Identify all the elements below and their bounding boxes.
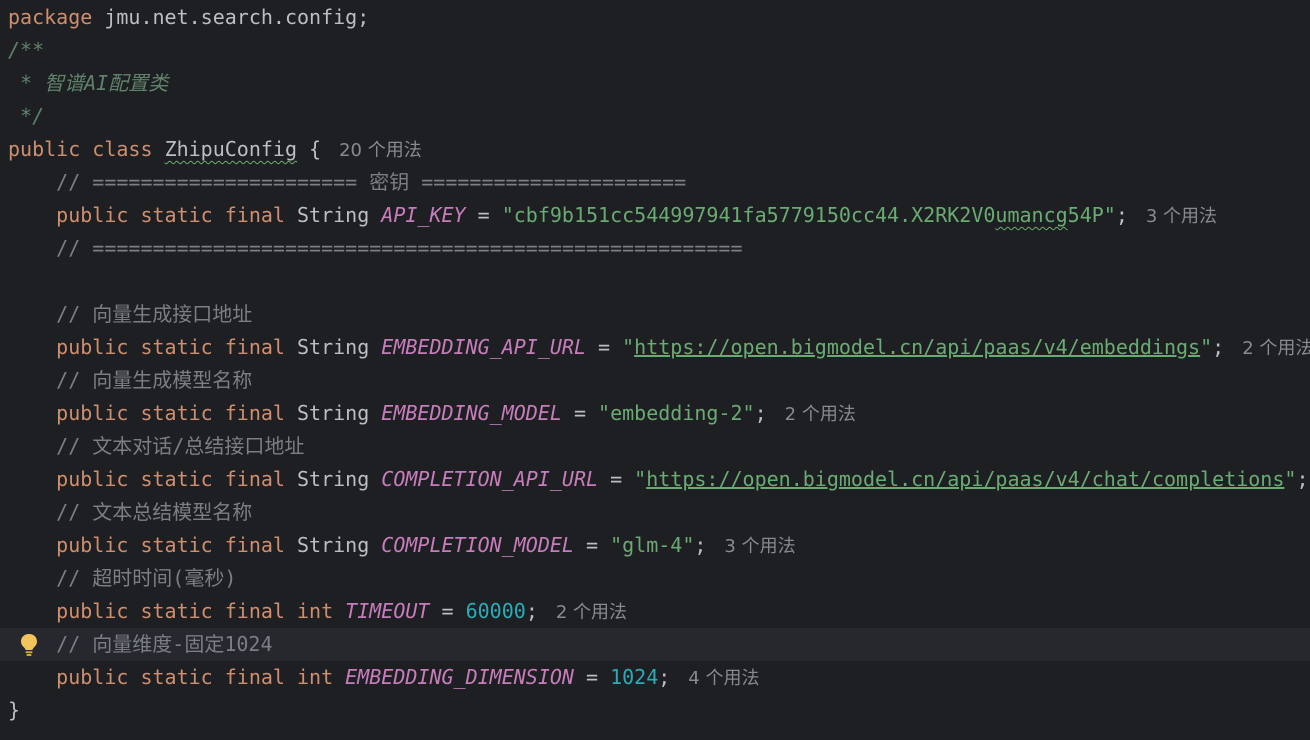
semicolon: ; [1212, 335, 1225, 359]
code-line-comment[interactable]: // 文本对话/总结接口地址 [0, 430, 1310, 463]
semicolon: ; [1115, 203, 1128, 227]
string-literal: "cbf9b151cc544997941fa5779150cc44.X2RK2V… [501, 203, 996, 227]
code-line-api-key[interactable]: public static final String API_KEY = "cb… [0, 199, 1310, 232]
field-name[interactable]: EMBEDDING_MODEL [381, 401, 562, 425]
code-line-doc-start[interactable]: /** [0, 34, 1310, 67]
type-name: String [297, 203, 370, 227]
line-comment: // 超时时间(毫秒) [8, 566, 237, 590]
string-literal-end: 54P" [1067, 203, 1116, 227]
string-literal: "embedding-2" [598, 401, 755, 425]
type-name: String [297, 467, 370, 491]
usages-hint[interactable]: 3 个用法 [1146, 206, 1217, 227]
number-literal: 60000 [465, 599, 526, 623]
assign-operator: = [465, 203, 502, 227]
code-line-completion-model[interactable]: public static final String COMPLETION_MO… [0, 529, 1310, 562]
type-name: String [297, 335, 370, 359]
package-name: jmu.net.search.config; [92, 5, 370, 29]
modifiers: public static final [56, 335, 285, 359]
code-line-comment[interactable]: // 文本总结模型名称 [0, 496, 1310, 529]
usages-hint[interactable]: 2 个用法 [785, 404, 856, 425]
code-line-embedding-api-url[interactable]: public static final String EMBEDDING_API… [0, 331, 1310, 364]
assign-operator: = [561, 401, 599, 425]
line-comment: // 向量生成模型名称 [8, 368, 253, 392]
usages-hint[interactable]: 2 个用法 [556, 602, 627, 623]
line-comment: // =====================================… [8, 236, 743, 260]
keyword-package: package [8, 5, 93, 29]
modifiers: public static final [56, 203, 285, 227]
code-editor[interactable]: package jmu.net.search.config; /** * 智谱A… [0, 0, 1310, 740]
string-quote: " [622, 335, 635, 359]
code-line-embedding-model[interactable]: public static final String EMBEDDING_MOD… [0, 397, 1310, 430]
code-line-completion-api-url[interactable]: public static final String COMPLETION_AP… [0, 463, 1310, 496]
keyword-public: public [8, 137, 81, 161]
modifiers: public static final [56, 665, 285, 689]
field-name[interactable]: COMPLETION_MODEL [381, 533, 574, 557]
string-quote: " [1200, 335, 1213, 359]
line-comment: // 向量生成接口地址 [8, 302, 253, 326]
doc-comment-start: /** [8, 38, 45, 62]
line-comment: // 向量维度-固定1024 [8, 632, 273, 656]
usages-hint[interactable]: 3 个用法 [724, 536, 795, 557]
semicolon: ; [694, 533, 707, 557]
field-name[interactable]: EMBEDDING_API_URL [381, 335, 586, 359]
modifiers: public static final [56, 599, 285, 623]
code-line-empty[interactable] [0, 265, 1310, 298]
lightbulb-icon[interactable] [19, 633, 39, 657]
usages-hint[interactable]: 4 个用法 [688, 668, 759, 689]
class-name[interactable]: ZhipuConfig [165, 137, 297, 161]
assign-operator: = [586, 335, 623, 359]
code-line-comment[interactable]: // =====================================… [0, 232, 1310, 265]
line-comment: // ====================== 密钥 ===========… [8, 170, 687, 194]
code-line-doc-end[interactable]: */ [0, 100, 1310, 133]
keyword-class: class [92, 137, 153, 161]
type-name: int [297, 665, 334, 689]
doc-comment-end: */ [8, 104, 45, 128]
code-line-class-declaration[interactable]: public class ZhipuConfig {20 个用法 [0, 133, 1310, 166]
type-name: String [297, 401, 370, 425]
url-link[interactable]: https://open.bigmodel.cn/api/paas/v4/cha… [646, 467, 1284, 491]
semicolon: ; [525, 599, 538, 623]
type-name: int [297, 599, 334, 623]
string-literal-typo: umancg [995, 203, 1068, 227]
code-line-comment[interactable]: // 向量生成模型名称 [0, 364, 1310, 397]
assign-operator: = [573, 665, 611, 689]
semicolon: ; [1296, 467, 1309, 491]
field-name[interactable]: EMBEDDING_DIMENSION [345, 665, 574, 689]
line-comment: // 文本总结模型名称 [8, 500, 253, 524]
code-line-comment[interactable]: // ====================== 密钥 ===========… [0, 166, 1310, 199]
code-line-timeout[interactable]: public static final int TIMEOUT = 60000;… [0, 595, 1310, 628]
close-brace: } [8, 698, 21, 722]
line-comment: // 文本对话/总结接口地址 [8, 434, 305, 458]
code-line-current[interactable]: // 向量维度-固定1024 [0, 628, 1310, 661]
code-line-package[interactable]: package jmu.net.search.config; [0, 1, 1310, 34]
number-literal: 1024 [610, 665, 659, 689]
semicolon: ; [658, 665, 671, 689]
assign-operator: = [573, 533, 611, 557]
usages-hint[interactable]: 20 个用法 [339, 140, 422, 161]
string-quote: " [1284, 467, 1297, 491]
assign-operator: = [598, 467, 635, 491]
string-quote: " [634, 467, 647, 491]
code-line-doc-body[interactable]: * 智谱AI配置类 [0, 67, 1310, 100]
field-name[interactable]: COMPLETION_API_URL [381, 467, 598, 491]
string-literal: "glm-4" [610, 533, 695, 557]
assign-operator: = [429, 599, 466, 623]
type-name: String [297, 533, 370, 557]
open-brace: { [297, 137, 322, 161]
code-line-embedding-dimension[interactable]: public static final int EMBEDDING_DIMENS… [0, 661, 1310, 694]
usages-hint[interactable]: 2 个用法 [1242, 338, 1310, 359]
doc-comment-body: * 智谱AI配置类 [8, 71, 169, 95]
code-line-comment[interactable]: // 向量生成接口地址 [0, 298, 1310, 331]
modifiers: public static final [56, 533, 285, 557]
semicolon: ; [754, 401, 767, 425]
url-link[interactable]: https://open.bigmodel.cn/api/paas/v4/emb… [634, 335, 1200, 359]
code-line-comment[interactable]: // 超时时间(毫秒) [0, 562, 1310, 595]
code-line-close-brace[interactable]: } [0, 694, 1310, 727]
field-name[interactable]: API_KEY [381, 203, 465, 227]
field-name[interactable]: TIMEOUT [345, 599, 429, 623]
modifiers: public static final [56, 467, 285, 491]
modifiers: public static final [56, 401, 285, 425]
